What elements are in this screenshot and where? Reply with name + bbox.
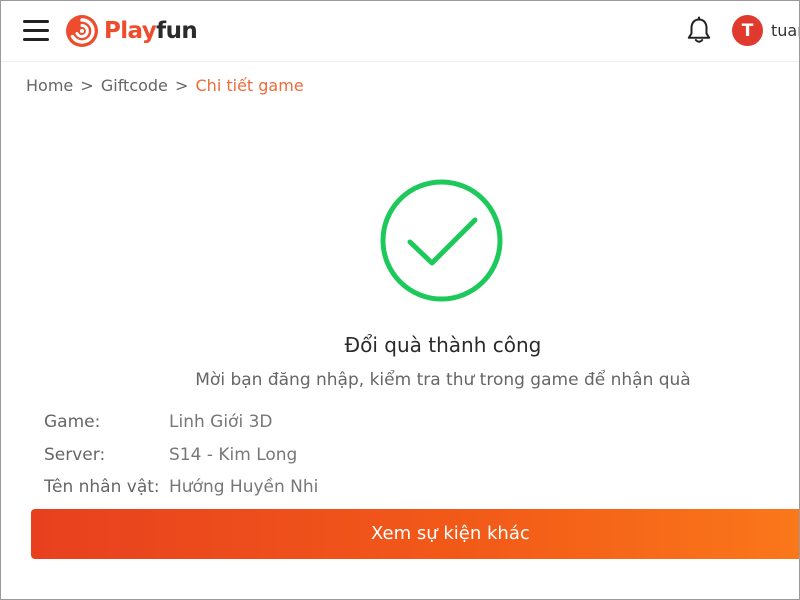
detail-row-game: Game: Linh Giới 3D — [44, 412, 272, 432]
detail-value: Linh Giới 3D — [169, 412, 273, 432]
detail-value: S14 - Kim Long — [169, 445, 298, 465]
detail-value: Hướng Huyền Nhi — [169, 477, 319, 497]
logo-text: Playfun — [104, 18, 198, 44]
breadcrumb-separator: > — [175, 76, 189, 95]
top-header: Playfun T tuan — [1, 1, 799, 62]
breadcrumb-giftcode[interactable]: Giftcode — [101, 76, 168, 95]
detail-label: Server: — [44, 445, 106, 465]
view-other-events-button[interactable]: Xem sự kiện khác — [31, 509, 799, 559]
breadcrumb: Home > Giftcode > Chi tiết game — [26, 76, 304, 95]
hamburger-menu-icon[interactable] — [23, 20, 49, 42]
logo-text-play: Play — [104, 18, 157, 44]
logo-text-fun: fun — [156, 18, 198, 44]
success-subtitle: Mời bạn đăng nhập, kiểm tra thư trong ga… — [195, 370, 691, 390]
app-window: Playfun T tuan Home > Giftcode > Chi tiế… — [0, 0, 800, 600]
detail-label: Tên nhân vật: — [44, 477, 160, 497]
playfun-logo-icon — [66, 15, 98, 47]
success-title: Đổi quà thành công — [344, 333, 542, 357]
bell-icon[interactable] — [684, 16, 714, 46]
detail-row-character: Tên nhân vật: Hướng Huyền Nhi — [44, 477, 318, 497]
breadcrumb-current: Chi tiết game — [195, 76, 304, 95]
check-circle-icon — [380, 179, 503, 302]
breadcrumb-home[interactable]: Home — [26, 76, 73, 95]
breadcrumb-separator: > — [80, 76, 94, 95]
playfun-logo[interactable]: Playfun — [65, 14, 198, 48]
user-avatar[interactable]: T — [732, 15, 763, 46]
detail-label: Game: — [44, 412, 101, 432]
view-other-events-label: Xem sự kiện khác — [371, 523, 530, 544]
detail-row-server: Server: S14 - Kim Long — [44, 445, 297, 465]
username[interactable]: tuan — [771, 21, 799, 40]
